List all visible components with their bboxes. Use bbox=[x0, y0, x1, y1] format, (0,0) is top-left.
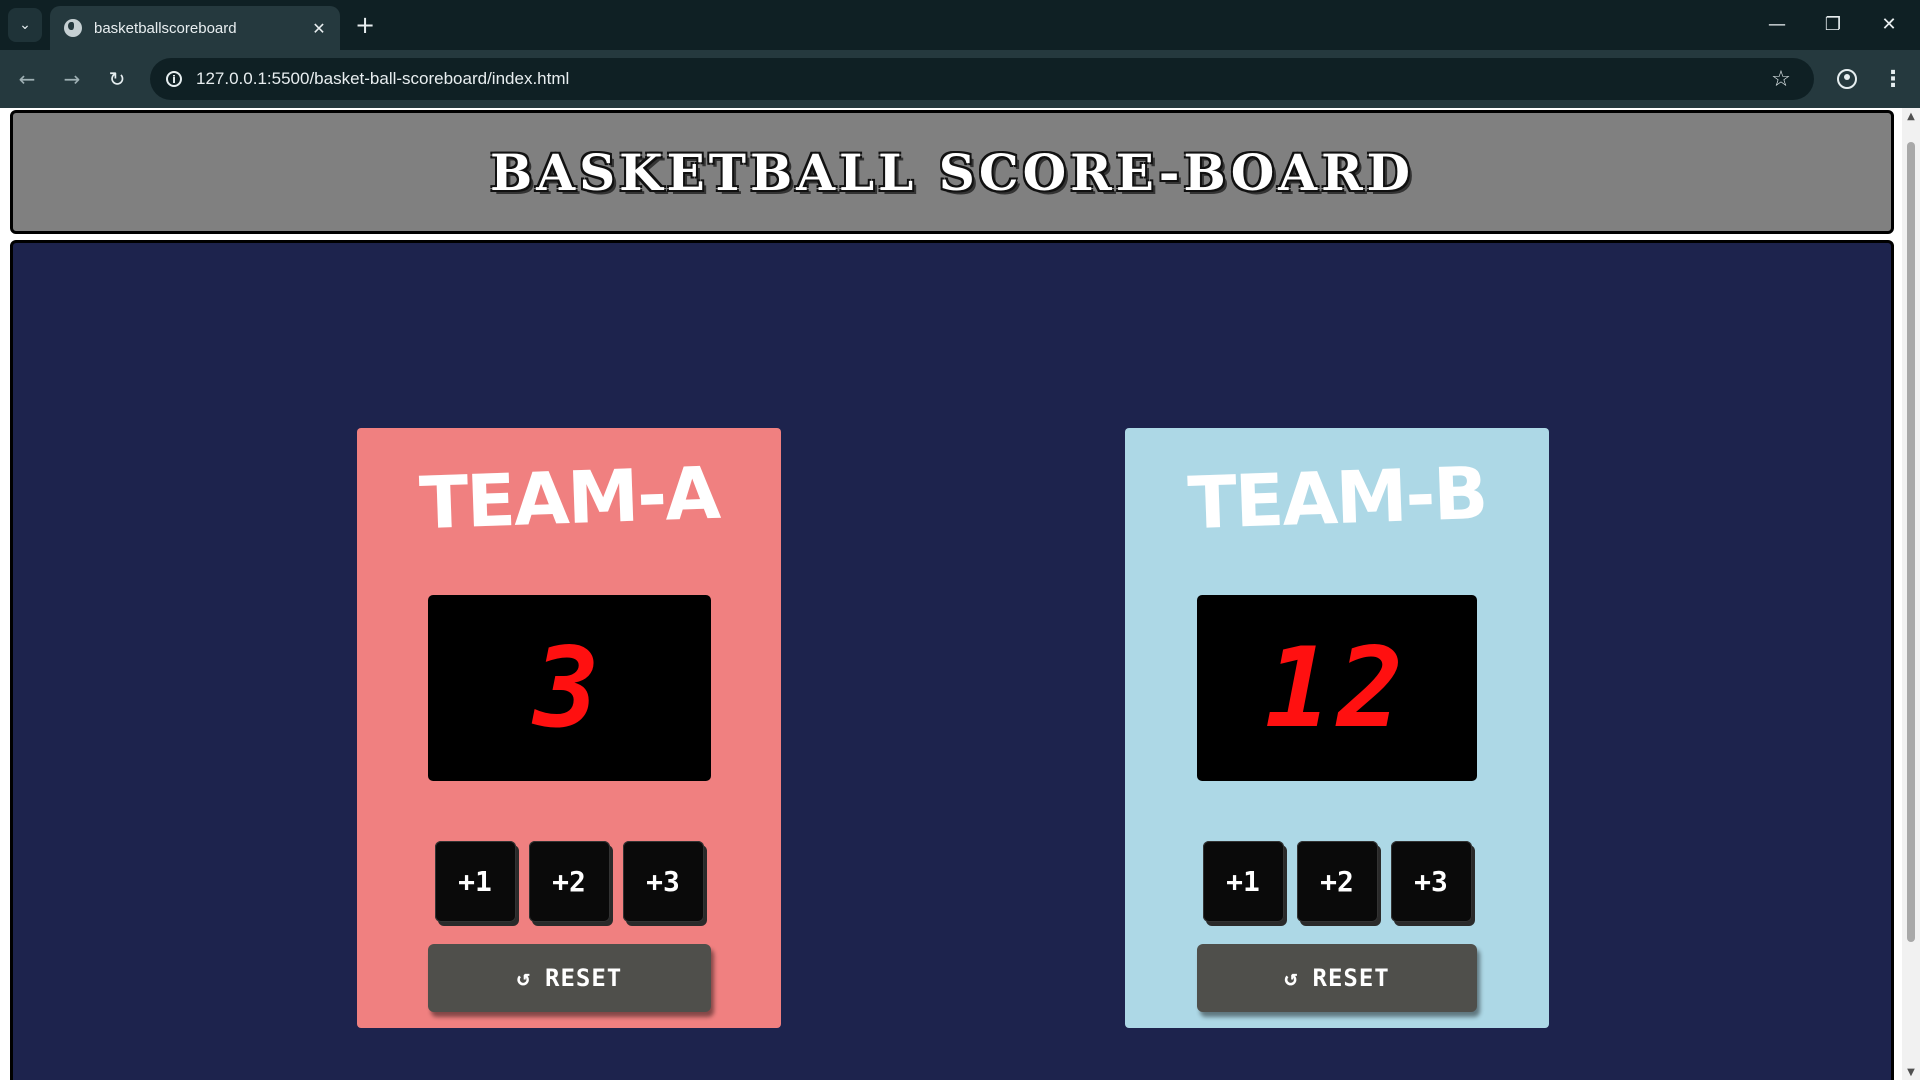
vertical-scrollbar[interactable]: ▲ ▼ bbox=[1902, 108, 1920, 1080]
team-b-add-3-button[interactable]: +3 bbox=[1390, 841, 1472, 922]
reload-button[interactable]: ↻ bbox=[100, 62, 134, 96]
team-a-reset-label: RESET bbox=[545, 964, 623, 992]
page-viewport: BASKETBALL SCORE-BOARD TEAM-A 3 +1 +2 +3… bbox=[0, 108, 1920, 1080]
scroll-up-icon[interactable]: ▲ bbox=[1902, 108, 1920, 124]
globe-icon bbox=[64, 19, 82, 37]
team-a-score-display: 3 bbox=[428, 595, 711, 781]
address-bar[interactable]: i 127.0.0.1:5500/basket-ball-scoreboard/… bbox=[150, 58, 1814, 100]
arrow-left-icon: ← bbox=[18, 67, 36, 91]
scroll-down-icon[interactable]: ▼ bbox=[1902, 1064, 1920, 1080]
reset-icon: ↺ bbox=[516, 965, 531, 991]
tab-search-button[interactable]: ⌄ bbox=[8, 8, 42, 42]
close-window-button[interactable]: ✕ bbox=[1864, 4, 1914, 44]
team-b-score-display: 12 bbox=[1197, 595, 1477, 781]
page-title: BASKETBALL SCORE-BOARD bbox=[490, 142, 1414, 202]
reset-icon: ↺ bbox=[1284, 965, 1299, 991]
minimize-button[interactable]: — bbox=[1752, 4, 1802, 44]
team-b-reset-button[interactable]: ↺ RESET bbox=[1197, 944, 1477, 1012]
team-b-name: TEAM-B bbox=[1186, 450, 1488, 546]
scoreboard-area: TEAM-A 3 +1 +2 +3 ↺ RESET TEAM-B 12 +1 +… bbox=[10, 240, 1894, 1080]
team-b-reset-label: RESET bbox=[1312, 964, 1390, 992]
team-a-add-2-button[interactable]: +2 bbox=[528, 841, 610, 922]
close-window-icon: ✕ bbox=[1881, 13, 1897, 35]
profile-icon bbox=[1837, 69, 1857, 89]
plus-icon: + bbox=[354, 11, 376, 39]
site-info-button[interactable]: i bbox=[158, 63, 190, 95]
scrollbar-thumb[interactable] bbox=[1907, 142, 1915, 942]
restore-icon: ❐ bbox=[1824, 13, 1842, 35]
team-b-add-2-button[interactable]: +2 bbox=[1296, 841, 1378, 922]
info-icon: i bbox=[166, 71, 182, 87]
browser-tabstrip: ⌄ basketballscoreboard ✕ + — ❐ ✕ bbox=[0, 0, 1920, 50]
team-b-card: TEAM-B 12 +1 +2 +3 ↺ RESET bbox=[1125, 428, 1549, 1028]
team-a-card: TEAM-A 3 +1 +2 +3 ↺ RESET bbox=[357, 428, 781, 1028]
team-a-score: 3 bbox=[533, 624, 606, 752]
kebab-menu-icon: ⋮ bbox=[1882, 66, 1904, 92]
close-icon[interactable]: ✕ bbox=[306, 15, 332, 41]
browser-menu-button[interactable]: ⋮ bbox=[1876, 62, 1910, 96]
browser-tab[interactable]: basketballscoreboard ✕ bbox=[50, 6, 340, 50]
team-a-reset-button[interactable]: ↺ RESET bbox=[428, 944, 711, 1012]
page-header: BASKETBALL SCORE-BOARD bbox=[10, 110, 1894, 234]
back-button[interactable]: ← bbox=[10, 62, 44, 96]
url-text[interactable]: 127.0.0.1:5500/basket-ball-scoreboard/in… bbox=[196, 69, 569, 89]
browser-toolbar: ← → ↻ i 127.0.0.1:5500/basket-ball-score… bbox=[0, 50, 1920, 108]
team-b-score: 12 bbox=[1264, 624, 1410, 752]
new-tab-button[interactable]: + bbox=[350, 10, 380, 40]
tab-title: basketballscoreboard bbox=[94, 19, 237, 37]
chevron-down-icon: ⌄ bbox=[19, 17, 31, 33]
team-b-add-1-button[interactable]: +1 bbox=[1202, 841, 1284, 922]
profile-button[interactable] bbox=[1830, 62, 1864, 96]
team-a-point-buttons: +1 +2 +3 bbox=[357, 841, 781, 922]
reload-icon: ↻ bbox=[108, 67, 126, 91]
arrow-right-icon: → bbox=[63, 67, 81, 91]
team-b-point-buttons: +1 +2 +3 bbox=[1125, 841, 1549, 922]
team-a-name: TEAM-A bbox=[417, 450, 721, 546]
bookmark-star-icon[interactable]: ☆ bbox=[1766, 64, 1796, 94]
team-a-add-1-button[interactable]: +1 bbox=[434, 841, 516, 922]
restore-button[interactable]: ❐ bbox=[1808, 4, 1858, 44]
team-a-add-3-button[interactable]: +3 bbox=[622, 841, 704, 922]
minimize-icon: — bbox=[1768, 13, 1786, 35]
forward-button[interactable]: → bbox=[55, 62, 89, 96]
